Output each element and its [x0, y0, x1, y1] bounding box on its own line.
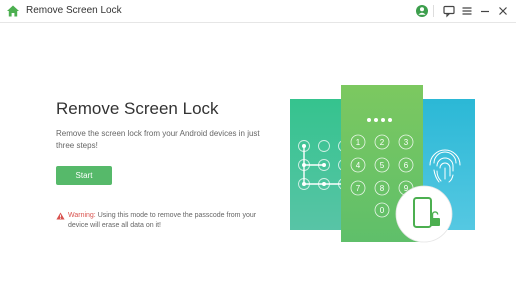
lock-types-illustration: 1 2 3 4 5 6 7 8 9 0 [290, 85, 475, 243]
toolbar-divider [433, 5, 434, 17]
account-icon[interactable] [415, 4, 429, 18]
title-bar: Remove Screen Lock [0, 0, 516, 23]
pin-key: 4 [356, 161, 361, 170]
feedback-icon[interactable] [442, 4, 456, 18]
warning-icon [56, 212, 65, 220]
unlocked-phone-icon [395, 185, 453, 243]
minimize-icon[interactable] [478, 4, 492, 18]
warning-text: Using this mode to remove the passcode f… [68, 212, 257, 229]
pin-key: 5 [380, 161, 385, 170]
pin-key: 3 [404, 138, 409, 147]
warning-message: Warning: Using this mode to remove the p… [68, 211, 268, 231]
pin-key: 8 [380, 184, 385, 193]
page-description: Remove the screen lock from your Android… [56, 129, 260, 150]
pin-key: 0 [380, 206, 385, 215]
app-title: Remove Screen Lock [26, 5, 122, 16]
pin-key: 7 [356, 184, 361, 193]
pin-key: 2 [380, 138, 385, 147]
pin-key: 6 [404, 161, 409, 170]
home-icon[interactable] [6, 4, 20, 18]
start-button[interactable]: Start [56, 166, 112, 185]
page-title: Remove Screen Lock [56, 99, 219, 118]
close-icon[interactable] [496, 4, 510, 18]
warning-label: Warning: [68, 212, 96, 219]
menu-icon[interactable] [460, 4, 474, 18]
pin-key: 1 [356, 138, 361, 147]
